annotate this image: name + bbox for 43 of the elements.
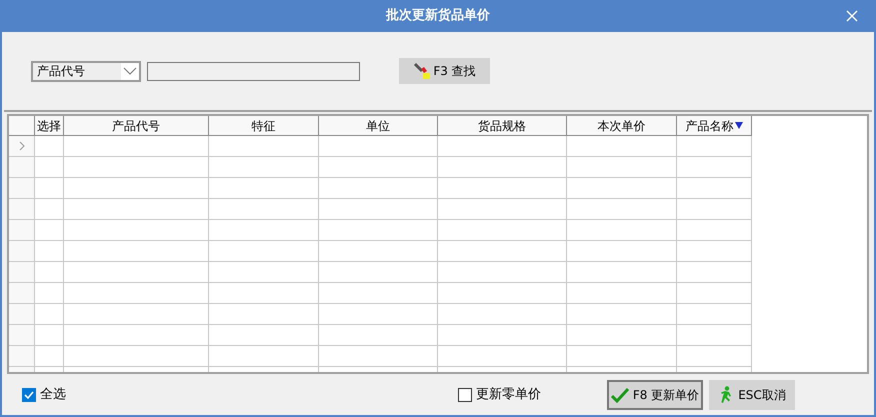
table-cell — [35, 220, 64, 241]
row-header[interactable] — [9, 283, 35, 304]
table-cell — [35, 283, 64, 304]
close-icon[interactable] — [846, 10, 858, 22]
column-header[interactable]: 产品名称 — [677, 116, 752, 136]
table-cell — [35, 136, 64, 157]
table-cell — [35, 199, 64, 220]
table-cell — [35, 304, 64, 325]
checkbox[interactable] — [22, 388, 36, 402]
checkbox-label: 全选 — [40, 386, 66, 404]
row-header[interactable] — [9, 325, 35, 346]
checkmark-icon — [610, 386, 629, 402]
update-button[interactable]: F8 更新单价 — [607, 380, 703, 410]
row-header[interactable] — [9, 199, 35, 220]
window-title: 批次更新货品单价 — [386, 6, 490, 26]
row-header[interactable] — [9, 304, 35, 325]
column-header[interactable]: 特征 — [209, 116, 319, 136]
search-field[interactable] — [147, 62, 360, 80]
flashlight-icon — [413, 62, 432, 80]
field-dropdown[interactable]: 产品代号 — [31, 60, 141, 82]
row-header[interactable] — [9, 346, 35, 367]
row-pointer-icon — [18, 141, 24, 151]
row-header[interactable] — [9, 262, 35, 283]
cancel-button[interactable]: ESC取消 — [709, 380, 795, 410]
row-header[interactable] — [9, 178, 35, 199]
table-cell — [35, 178, 64, 199]
row-header[interactable] — [9, 157, 35, 178]
row-header[interactable] — [9, 220, 35, 241]
table-cell — [35, 241, 64, 262]
search-button[interactable]: F3 查找 — [399, 58, 490, 84]
checkbox[interactable] — [458, 388, 472, 402]
column-header[interactable]: 本次单价 — [567, 116, 677, 136]
row-header[interactable] — [9, 241, 35, 262]
checkbox-label: 更新零单价 — [476, 386, 541, 404]
table-cell — [35, 262, 64, 283]
column-header[interactable]: 货品规格 — [438, 116, 567, 136]
table-cell — [35, 325, 64, 346]
column-header[interactable]: 单位 — [319, 116, 438, 136]
row-header[interactable] — [9, 136, 35, 157]
chevron-down-icon — [123, 67, 137, 75]
column-header[interactable]: 选择 — [35, 116, 64, 136]
table-cell — [35, 157, 64, 178]
column-header[interactable]: 产品代号 — [64, 116, 209, 136]
